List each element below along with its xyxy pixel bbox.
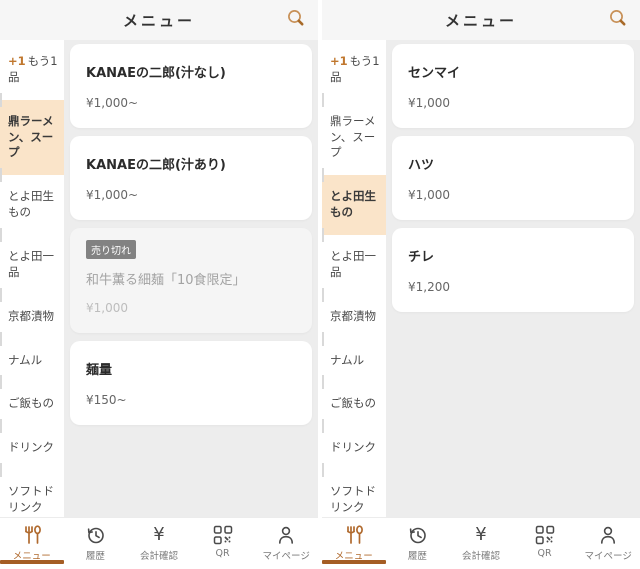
sidebar-item-drink[interactable]: ドリンク [0, 426, 64, 470]
history-icon [407, 525, 428, 545]
sidebar-item-namuru[interactable]: ナムル [322, 339, 386, 383]
nav-tab-payment[interactable]: ¥ 会計確認 [127, 518, 191, 569]
sidebar-item-toyoda-ippin[interactable]: とよ田一品 [0, 235, 64, 295]
menu-item-price: ¥1,000 [86, 301, 296, 315]
nav-label: マイページ [585, 548, 632, 562]
menu-card[interactable]: 麺量 ¥150~ [70, 341, 312, 425]
utensils-icon [21, 525, 43, 545]
content-area: +1もう1品 鼎ラーメン、スープ とよ田生もの とよ田一品 京都漬物 ナムル ご… [322, 40, 640, 517]
sidebar-item-namuru[interactable]: ナムル [0, 339, 64, 383]
qr-icon [213, 525, 233, 545]
menu-card[interactable]: KANAEの二郎(汁なし) ¥1,000~ [70, 44, 312, 128]
utensils-icon [343, 525, 365, 545]
nav-tab-qr[interactable]: QR [191, 518, 255, 569]
nav-label: マイページ [263, 548, 310, 562]
menu-item-list: センマイ ¥1,000 ハツ ¥1,000 チレ ¥1,200 [386, 40, 640, 517]
menu-item-price: ¥1,000 [408, 188, 618, 202]
menu-card-soldout: 売り切れ 和牛薫る細麺「10食限定」 ¥1,000 [70, 228, 312, 333]
soldout-badge: 売り切れ [86, 240, 136, 259]
bottom-navigation: メニュー 履歴 ¥ 会計確認 [322, 517, 640, 569]
sidebar-item-mou1pin[interactable]: +1もう1品 [0, 40, 64, 100]
search-icon [285, 18, 307, 33]
plus-one-badge: +1 [8, 54, 26, 68]
sidebar-item-kyoto-tsukemono[interactable]: 京都漬物 [322, 295, 386, 339]
menu-item-price: ¥1,000~ [86, 96, 296, 110]
sidebar-item-toyoda-ippin[interactable]: とよ田一品 [322, 235, 386, 295]
nav-label: 履歴 [86, 548, 105, 562]
nav-label: QR [538, 548, 552, 559]
bottom-navigation: メニュー 履歴 ¥ 会計確認 [0, 517, 318, 569]
content-area: +1もう1品 鼎ラーメン、スープ とよ田生もの とよ田一品 京都漬物 ナムル ご… [0, 40, 318, 517]
nav-label: 会計確認 [462, 548, 500, 562]
nav-tab-history[interactable]: 履歴 [64, 518, 128, 569]
menu-item-price: ¥1,000~ [86, 188, 296, 202]
app-header: メニュー [0, 0, 318, 40]
menu-card[interactable]: ハツ ¥1,000 [392, 136, 634, 220]
screen-right: メニュー +1もう1品 鼎ラーメン、スープ とよ田生もの とよ田一品 京都漬物 … [322, 0, 640, 569]
page-title: メニュー [445, 10, 517, 31]
screen-left: メニュー +1もう1品 鼎ラーメン、スープ とよ田生もの とよ田一品 京都漬物 … [0, 0, 318, 569]
user-icon [276, 525, 296, 545]
sidebar-item-softdrink[interactable]: ソフトドリンク [0, 470, 64, 517]
nav-tab-mypage[interactable]: マイページ [576, 518, 640, 569]
menu-item-price: ¥1,000 [408, 96, 618, 110]
menu-item-title: KANAEの二郎(汁なし) [86, 62, 296, 81]
sidebar-item-kanae-ramen-soup[interactable]: 鼎ラーメン、スープ [322, 100, 386, 176]
menu-card[interactable]: センマイ ¥1,000 [392, 44, 634, 128]
history-icon [85, 525, 106, 545]
page-title: メニュー [123, 10, 195, 31]
screenshot-collage: メニュー +1もう1品 鼎ラーメン、スープ とよ田生もの とよ田一品 京都漬物 … [0, 0, 640, 569]
app-header: メニュー [322, 0, 640, 40]
active-tab-indicator [0, 560, 64, 564]
menu-item-title: 麺量 [86, 359, 296, 378]
category-sidebar: +1もう1品 鼎ラーメン、スープ とよ田生もの とよ田一品 京都漬物 ナムル ご… [0, 40, 64, 517]
nav-tab-qr[interactable]: QR [513, 518, 577, 569]
menu-item-price: ¥150~ [86, 393, 296, 407]
sidebar-item-toyoda-namamono[interactable]: とよ田生もの [322, 175, 386, 235]
sidebar-item-toyoda-namamono[interactable]: とよ田生もの [0, 175, 64, 235]
menu-item-title: ハツ [408, 154, 618, 173]
nav-label: 会計確認 [140, 548, 178, 562]
sidebar-item-mou1pin[interactable]: +1もう1品 [322, 40, 386, 100]
menu-item-title: チレ [408, 246, 618, 265]
sidebar-item-drink[interactable]: ドリンク [322, 426, 386, 470]
qr-icon [535, 525, 555, 545]
nav-label: QR [216, 548, 230, 559]
search-button[interactable] [284, 8, 308, 32]
nav-label: 履歴 [408, 548, 427, 562]
search-icon [607, 18, 629, 33]
sidebar-item-gohanmono[interactable]: ご飯もの [0, 382, 64, 426]
sidebar-item-softdrink[interactable]: ソフトドリンク [322, 470, 386, 517]
search-button[interactable] [606, 8, 630, 32]
sidebar-item-kyoto-tsukemono[interactable]: 京都漬物 [0, 295, 64, 339]
plus-one-badge: +1 [330, 54, 348, 68]
menu-item-title: センマイ [408, 62, 618, 81]
active-tab-indicator [322, 560, 386, 564]
menu-item-list: KANAEの二郎(汁なし) ¥1,000~ KANAEの二郎(汁あり) ¥1,0… [64, 40, 318, 517]
category-sidebar: +1もう1品 鼎ラーメン、スープ とよ田生もの とよ田一品 京都漬物 ナムル ご… [322, 40, 386, 517]
nav-tab-payment[interactable]: ¥ 会計確認 [449, 518, 513, 569]
menu-item-title: 和牛薫る細麺「10食限定」 [86, 269, 296, 288]
user-icon [598, 525, 618, 545]
yen-icon: ¥ [475, 525, 486, 545]
menu-card[interactable]: KANAEの二郎(汁あり) ¥1,000~ [70, 136, 312, 220]
nav-tab-mypage[interactable]: マイページ [254, 518, 318, 569]
menu-item-title: KANAEの二郎(汁あり) [86, 154, 296, 173]
menu-item-price: ¥1,200 [408, 280, 618, 294]
sidebar-item-kanae-ramen-soup[interactable]: 鼎ラーメン、スープ [0, 100, 64, 176]
menu-card[interactable]: チレ ¥1,200 [392, 228, 634, 312]
sidebar-item-gohanmono[interactable]: ご飯もの [322, 382, 386, 426]
yen-icon: ¥ [153, 525, 164, 545]
nav-tab-history[interactable]: 履歴 [386, 518, 450, 569]
